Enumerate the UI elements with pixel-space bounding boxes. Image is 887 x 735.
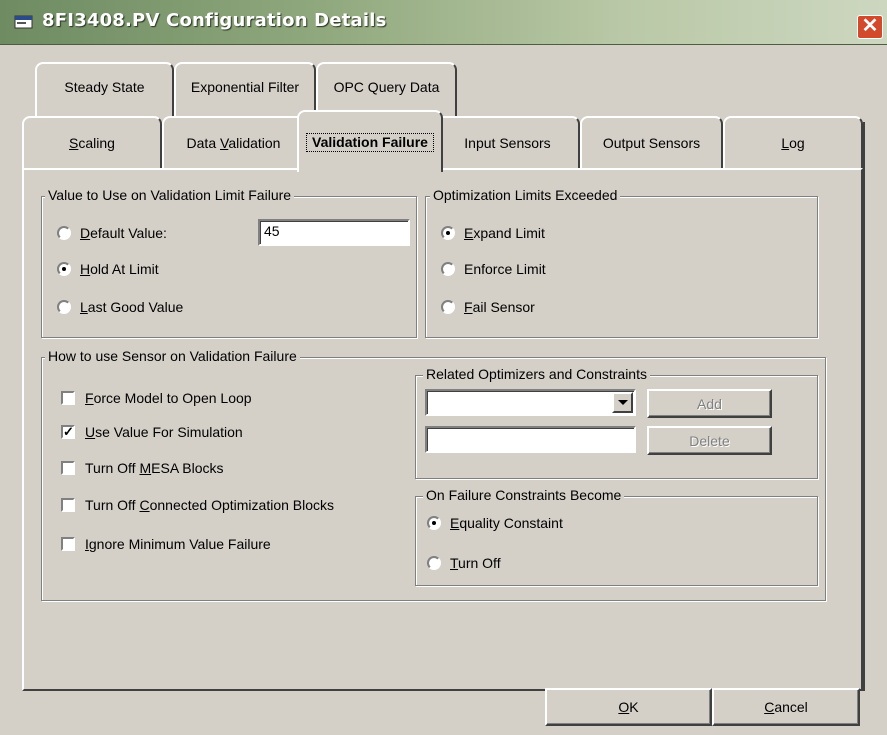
radio-button[interactable]: [57, 226, 71, 240]
radio-enforce-limit[interactable]: Enforce Limit: [441, 261, 546, 277]
option-label: Turn Off Connected Optimization Blocks: [85, 497, 335, 513]
check-turn-off-optimization[interactable]: Turn Off Connected Optimization Blocks: [61, 497, 334, 513]
tab-label: OPC Query Data: [333, 79, 440, 95]
default-value-field[interactable]: 45: [258, 219, 410, 246]
check-ignore-minimum[interactable]: Ignore Minimum Value Failure: [61, 536, 271, 552]
tab-data-validation[interactable]: Data Validation: [162, 116, 305, 168]
chevron-down-icon[interactable]: [612, 392, 633, 413]
button-label: Cancel: [764, 699, 808, 715]
radio-button[interactable]: [57, 300, 71, 314]
option-label: Force Model to Open Loop: [85, 390, 252, 406]
tab-validation-failure[interactable]: Validation Failure: [297, 110, 443, 172]
panel-edge: [863, 122, 865, 691]
radio-hold-at-limit[interactable]: Hold At Limit: [57, 261, 159, 277]
radio-button[interactable]: [441, 226, 455, 240]
tab-join: [299, 166, 441, 170]
tab-scaling[interactable]: Scaling: [22, 116, 162, 168]
group-title: On Failure Constraints Become: [423, 487, 625, 503]
constraint-field[interactable]: [425, 426, 636, 453]
option-label: Expand Limit: [464, 225, 545, 241]
ok-button[interactable]: OK: [545, 688, 712, 726]
radio-button[interactable]: [441, 262, 455, 276]
tab-label: Data Validation: [186, 135, 281, 151]
radio-expand-limit[interactable]: Expand Limit: [441, 225, 545, 241]
option-label: Equality Constaint: [450, 515, 563, 531]
checkbox[interactable]: ✓: [61, 425, 75, 439]
tab-exponential-filter[interactable]: Exponential Filter: [174, 62, 316, 116]
optimizer-select[interactable]: [425, 389, 636, 416]
option-label: Last Good Value: [80, 299, 184, 315]
tab-opc-query-data[interactable]: OPC Query Data: [316, 62, 457, 116]
check-use-value-simulation[interactable]: ✓ Use Value For Simulation: [61, 424, 243, 440]
group-title: How to use Sensor on Validation Failure: [45, 348, 300, 364]
tab-label: Validation Failure: [306, 132, 434, 152]
tab-log[interactable]: Log: [723, 116, 863, 168]
radio-button[interactable]: [57, 262, 71, 276]
radio-fail-sensor[interactable]: Fail Sensor: [441, 299, 535, 315]
tab-label: Exponential Filter: [190, 79, 300, 95]
group-on-failure: [415, 496, 818, 586]
radio-turn-off[interactable]: Turn Off: [427, 555, 501, 571]
checkbox[interactable]: [61, 391, 75, 405]
group-title: Optimization Limits Exceeded: [430, 187, 621, 203]
delete-button[interactable]: Delete: [647, 426, 772, 455]
tab-label: Input Sensors: [464, 135, 551, 151]
button-label: OK: [618, 699, 639, 715]
tab-label: Scaling: [69, 135, 115, 151]
tab-input-sensors[interactable]: Input Sensors: [435, 116, 580, 168]
radio-last-good-value[interactable]: Last Good Value: [57, 299, 183, 315]
option-label: Enforce Limit: [464, 261, 546, 277]
check-turn-off-mesa[interactable]: Turn Off MESA Blocks: [61, 460, 224, 476]
checkbox[interactable]: [61, 537, 75, 551]
app-icon: [14, 15, 33, 29]
tab-label: Log: [781, 135, 805, 151]
group-title: Related Optimizers and Constraints: [423, 366, 650, 382]
radio-button[interactable]: [441, 300, 455, 314]
tab-output-sensors[interactable]: Output Sensors: [580, 116, 723, 168]
add-button[interactable]: Add: [647, 389, 772, 418]
checkbox[interactable]: [61, 498, 75, 512]
option-label: Default Value:: [80, 225, 167, 241]
checkbox[interactable]: [61, 461, 75, 475]
option-label: Ignore Minimum Value Failure: [85, 536, 271, 552]
radio-button[interactable]: [427, 516, 441, 530]
close-icon[interactable]: ✕: [857, 15, 883, 39]
option-label: Hold At Limit: [80, 261, 159, 277]
option-label: Use Value For Simulation: [85, 424, 243, 440]
radio-button[interactable]: [427, 556, 441, 570]
cancel-button[interactable]: Cancel: [712, 688, 860, 726]
group-title: Value to Use on Validation Limit Failure: [45, 187, 295, 203]
tab-label: Steady State: [64, 79, 145, 95]
tab-label: Output Sensors: [602, 135, 701, 151]
option-label: Turn Off: [450, 555, 501, 571]
option-label: Fail Sensor: [464, 299, 535, 315]
option-label: Turn Off MESA Blocks: [85, 460, 224, 476]
window-title: 8FI3408.PV Configuration Details: [42, 10, 387, 31]
radio-default-value[interactable]: Default Value:: [57, 225, 167, 241]
tab-steady-state[interactable]: Steady State: [35, 62, 174, 116]
radio-equality-constraint[interactable]: Equality Constaint: [427, 515, 563, 531]
check-force-open-loop[interactable]: Force Model to Open Loop: [61, 390, 252, 406]
